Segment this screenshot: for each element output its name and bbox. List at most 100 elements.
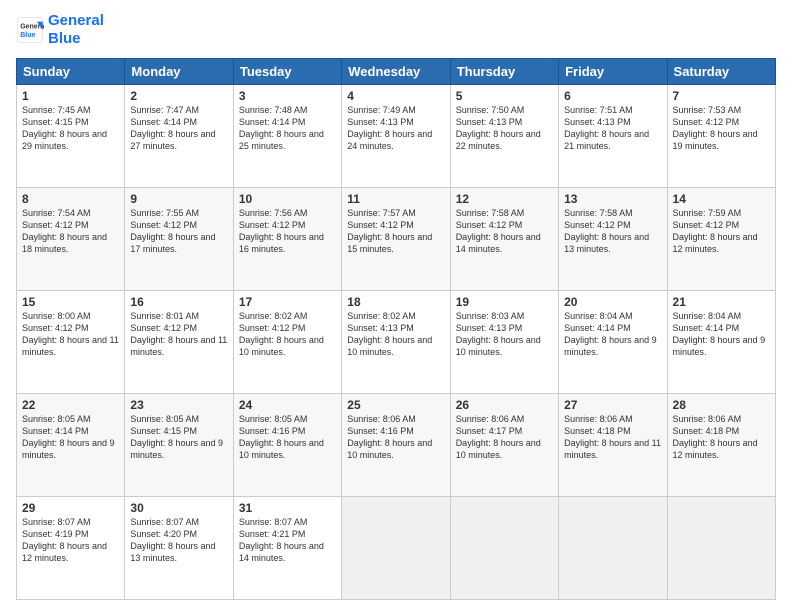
cell-info: Sunrise: 8:07 AMSunset: 4:21 PMDaylight:…	[239, 516, 336, 565]
empty-cell	[667, 497, 775, 600]
day-number: 6	[564, 89, 661, 103]
day-number: 31	[239, 501, 336, 515]
day-number: 26	[456, 398, 553, 412]
day-number: 25	[347, 398, 444, 412]
week-row-1: 1Sunrise: 7:45 AMSunset: 4:15 PMDaylight…	[17, 85, 776, 188]
empty-cell	[559, 497, 667, 600]
cell-info: Sunrise: 8:05 AMSunset: 4:16 PMDaylight:…	[239, 413, 336, 462]
cell-info: Sunrise: 8:07 AMSunset: 4:20 PMDaylight:…	[130, 516, 227, 565]
day-number: 14	[673, 192, 770, 206]
day-number: 1	[22, 89, 119, 103]
cell-info: Sunrise: 8:02 AMSunset: 4:12 PMDaylight:…	[239, 310, 336, 359]
day-cell-12: 12Sunrise: 7:58 AMSunset: 4:12 PMDayligh…	[450, 188, 558, 291]
day-header-thursday: Thursday	[450, 59, 558, 85]
cell-info: Sunrise: 7:56 AMSunset: 4:12 PMDaylight:…	[239, 207, 336, 256]
day-cell-9: 9Sunrise: 7:55 AMSunset: 4:12 PMDaylight…	[125, 188, 233, 291]
cell-info: Sunrise: 8:01 AMSunset: 4:12 PMDaylight:…	[130, 310, 227, 359]
day-number: 12	[456, 192, 553, 206]
day-cell-25: 25Sunrise: 8:06 AMSunset: 4:16 PMDayligh…	[342, 394, 450, 497]
day-header-saturday: Saturday	[667, 59, 775, 85]
cell-info: Sunrise: 7:50 AMSunset: 4:13 PMDaylight:…	[456, 104, 553, 153]
day-number: 19	[456, 295, 553, 309]
day-number: 20	[564, 295, 661, 309]
day-cell-15: 15Sunrise: 8:00 AMSunset: 4:12 PMDayligh…	[17, 291, 125, 394]
day-header-tuesday: Tuesday	[233, 59, 341, 85]
day-cell-28: 28Sunrise: 8:06 AMSunset: 4:18 PMDayligh…	[667, 394, 775, 497]
cell-info: Sunrise: 8:00 AMSunset: 4:12 PMDaylight:…	[22, 310, 119, 359]
day-number: 28	[673, 398, 770, 412]
day-number: 9	[130, 192, 227, 206]
day-number: 15	[22, 295, 119, 309]
week-row-5: 29Sunrise: 8:07 AMSunset: 4:19 PMDayligh…	[17, 497, 776, 600]
day-cell-1: 1Sunrise: 7:45 AMSunset: 4:15 PMDaylight…	[17, 85, 125, 188]
cell-info: Sunrise: 7:57 AMSunset: 4:12 PMDaylight:…	[347, 207, 444, 256]
page-container: General Blue GeneralBlue SundayMondayTue…	[0, 0, 792, 612]
cell-info: Sunrise: 8:05 AMSunset: 4:15 PMDaylight:…	[130, 413, 227, 462]
day-number: 13	[564, 192, 661, 206]
cell-info: Sunrise: 7:58 AMSunset: 4:12 PMDaylight:…	[564, 207, 661, 256]
day-number: 29	[22, 501, 119, 515]
day-number: 16	[130, 295, 227, 309]
cell-info: Sunrise: 7:55 AMSunset: 4:12 PMDaylight:…	[130, 207, 227, 256]
cell-info: Sunrise: 8:07 AMSunset: 4:19 PMDaylight:…	[22, 516, 119, 565]
cell-info: Sunrise: 7:53 AMSunset: 4:12 PMDaylight:…	[673, 104, 770, 153]
day-header-sunday: Sunday	[17, 59, 125, 85]
day-cell-29: 29Sunrise: 8:07 AMSunset: 4:19 PMDayligh…	[17, 497, 125, 600]
calendar-table: SundayMondayTuesdayWednesdayThursdayFrid…	[16, 58, 776, 600]
day-cell-26: 26Sunrise: 8:06 AMSunset: 4:17 PMDayligh…	[450, 394, 558, 497]
day-number: 2	[130, 89, 227, 103]
day-header-monday: Monday	[125, 59, 233, 85]
day-cell-6: 6Sunrise: 7:51 AMSunset: 4:13 PMDaylight…	[559, 85, 667, 188]
day-cell-27: 27Sunrise: 8:06 AMSunset: 4:18 PMDayligh…	[559, 394, 667, 497]
cell-info: Sunrise: 8:04 AMSunset: 4:14 PMDaylight:…	[564, 310, 661, 359]
day-number: 8	[22, 192, 119, 206]
cell-info: Sunrise: 7:59 AMSunset: 4:12 PMDaylight:…	[673, 207, 770, 256]
day-number: 24	[239, 398, 336, 412]
day-cell-19: 19Sunrise: 8:03 AMSunset: 4:13 PMDayligh…	[450, 291, 558, 394]
cell-info: Sunrise: 8:06 AMSunset: 4:17 PMDaylight:…	[456, 413, 553, 462]
day-cell-17: 17Sunrise: 8:02 AMSunset: 4:12 PMDayligh…	[233, 291, 341, 394]
day-cell-22: 22Sunrise: 8:05 AMSunset: 4:14 PMDayligh…	[17, 394, 125, 497]
cell-info: Sunrise: 7:45 AMSunset: 4:15 PMDaylight:…	[22, 104, 119, 153]
day-cell-11: 11Sunrise: 7:57 AMSunset: 4:12 PMDayligh…	[342, 188, 450, 291]
day-cell-16: 16Sunrise: 8:01 AMSunset: 4:12 PMDayligh…	[125, 291, 233, 394]
week-row-4: 22Sunrise: 8:05 AMSunset: 4:14 PMDayligh…	[17, 394, 776, 497]
cell-info: Sunrise: 7:48 AMSunset: 4:14 PMDaylight:…	[239, 104, 336, 153]
logo-text: GeneralBlue	[48, 12, 104, 48]
day-cell-4: 4Sunrise: 7:49 AMSunset: 4:13 PMDaylight…	[342, 85, 450, 188]
svg-text:Blue: Blue	[20, 32, 35, 39]
day-number: 27	[564, 398, 661, 412]
cell-info: Sunrise: 7:49 AMSunset: 4:13 PMDaylight:…	[347, 104, 444, 153]
day-number: 5	[456, 89, 553, 103]
day-cell-13: 13Sunrise: 7:58 AMSunset: 4:12 PMDayligh…	[559, 188, 667, 291]
day-cell-2: 2Sunrise: 7:47 AMSunset: 4:14 PMDaylight…	[125, 85, 233, 188]
day-cell-24: 24Sunrise: 8:05 AMSunset: 4:16 PMDayligh…	[233, 394, 341, 497]
day-number: 4	[347, 89, 444, 103]
day-number: 10	[239, 192, 336, 206]
day-number: 11	[347, 192, 444, 206]
day-number: 3	[239, 89, 336, 103]
day-number: 21	[673, 295, 770, 309]
day-number: 22	[22, 398, 119, 412]
day-number: 23	[130, 398, 227, 412]
logo-icon: General Blue	[16, 16, 44, 44]
cell-info: Sunrise: 8:02 AMSunset: 4:13 PMDaylight:…	[347, 310, 444, 359]
day-number: 7	[673, 89, 770, 103]
cell-info: Sunrise: 7:54 AMSunset: 4:12 PMDaylight:…	[22, 207, 119, 256]
day-cell-20: 20Sunrise: 8:04 AMSunset: 4:14 PMDayligh…	[559, 291, 667, 394]
cell-info: Sunrise: 8:04 AMSunset: 4:14 PMDaylight:…	[673, 310, 770, 359]
day-cell-10: 10Sunrise: 7:56 AMSunset: 4:12 PMDayligh…	[233, 188, 341, 291]
day-cell-18: 18Sunrise: 8:02 AMSunset: 4:13 PMDayligh…	[342, 291, 450, 394]
logo: General Blue GeneralBlue	[16, 12, 104, 48]
day-number: 30	[130, 501, 227, 515]
cell-info: Sunrise: 7:58 AMSunset: 4:12 PMDaylight:…	[456, 207, 553, 256]
day-number: 18	[347, 295, 444, 309]
empty-cell	[342, 497, 450, 600]
day-cell-14: 14Sunrise: 7:59 AMSunset: 4:12 PMDayligh…	[667, 188, 775, 291]
empty-cell	[450, 497, 558, 600]
day-cell-21: 21Sunrise: 8:04 AMSunset: 4:14 PMDayligh…	[667, 291, 775, 394]
day-header-friday: Friday	[559, 59, 667, 85]
week-row-3: 15Sunrise: 8:00 AMSunset: 4:12 PMDayligh…	[17, 291, 776, 394]
header: General Blue GeneralBlue	[16, 12, 776, 48]
cell-info: Sunrise: 8:06 AMSunset: 4:18 PMDaylight:…	[673, 413, 770, 462]
